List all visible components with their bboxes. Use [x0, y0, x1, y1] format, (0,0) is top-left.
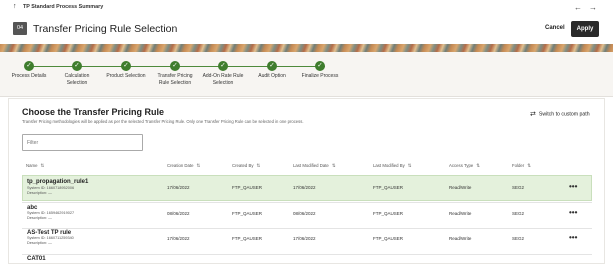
- step-complete-check-icon[interactable]: ✓: [218, 61, 228, 71]
- step-number-badge: 04: [13, 22, 27, 35]
- sort-icon[interactable]: ⇅: [257, 163, 261, 168]
- rule-description: Description: —: [27, 191, 52, 195]
- rule-description: Description: —: [27, 216, 52, 220]
- column-label: Created By: [232, 163, 254, 168]
- column-header-creation-date[interactable]: Creation Date ⇅: [167, 163, 200, 169]
- decorative-banner: [0, 44, 613, 52]
- column-header-last-modified-date[interactable]: Last Modified Date ⇅: [293, 163, 336, 169]
- column-label: Last Modified By: [373, 163, 405, 168]
- apply-button[interactable]: Apply: [571, 21, 599, 37]
- rule-name[interactable]: CAT01: [27, 256, 46, 262]
- sort-icon[interactable]: ⇅: [476, 163, 480, 168]
- step-complete-check-icon[interactable]: ✓: [121, 61, 131, 71]
- column-label: Folder: [512, 163, 525, 168]
- step-label-calculation-selection[interactable]: Calculation Selection: [55, 73, 99, 86]
- row-actions-more-icon[interactable]: •••: [569, 233, 577, 242]
- column-label: Name: [26, 163, 38, 168]
- creation-date: 17/06/2022: [167, 185, 190, 190]
- step-complete-check-icon[interactable]: ✓: [267, 61, 277, 71]
- step-label-add-on-rate-rule-selection[interactable]: Add-On Rate Rule Selection: [199, 73, 247, 86]
- created-by: FTP_QAUSER: [232, 211, 263, 216]
- step-complete-check-icon[interactable]: ✓: [315, 61, 325, 71]
- created-by: FTP_QAUSER: [232, 185, 263, 190]
- top-bar: ↑ TP Standard Process Summary ← →: [0, 0, 613, 18]
- step-label-tp-rule-selection[interactable]: Transfer Pricing Rule Selection: [153, 73, 197, 86]
- step-label-audit-option[interactable]: Audit Option: [250, 73, 294, 80]
- column-header-access-type[interactable]: Access Type ⇅: [449, 163, 480, 169]
- rule-description: Description: —: [27, 241, 52, 245]
- sort-icon[interactable]: ⇅: [527, 163, 531, 168]
- rule-name[interactable]: tp_propagation_rule1: [27, 179, 88, 185]
- filter-input[interactable]: [22, 134, 143, 151]
- page-title: Transfer Pricing Rule Selection: [33, 23, 178, 35]
- column-header-name[interactable]: Name ⇅: [26, 163, 44, 169]
- created-by: FTP_QAUSER: [232, 236, 263, 241]
- folder: SEG2: [512, 211, 525, 216]
- table-row[interactable]: [22, 228, 592, 254]
- column-label: Creation Date: [167, 163, 194, 168]
- table-row[interactable]: [22, 254, 592, 264]
- column-label: Access Type: [449, 163, 474, 168]
- access-type: Read/Write: [449, 211, 472, 216]
- switch-label: Switch to custom path: [538, 111, 590, 118]
- row-actions-more-icon[interactable]: •••: [569, 182, 577, 191]
- column-label: Last Modified Date: [293, 163, 329, 168]
- breadcrumb[interactable]: TP Standard Process Summary: [23, 4, 103, 10]
- step-label-product-selection[interactable]: Product Selection: [104, 73, 148, 80]
- switch-to-custom-path-link[interactable]: ⇄ Switch to custom path: [530, 110, 590, 118]
- switch-arrows-icon: ⇄: [530, 111, 536, 118]
- step-complete-check-icon[interactable]: ✓: [72, 61, 82, 71]
- row-actions-more-icon[interactable]: •••: [569, 208, 577, 217]
- last-modified-date: 08/06/2022: [293, 211, 316, 216]
- up-arrow-icon[interactable]: ↑: [13, 3, 17, 10]
- last-modified-by: FTP_QAUSER: [373, 236, 404, 241]
- step-label-process-details[interactable]: Process Details: [7, 73, 51, 80]
- forward-arrow-icon[interactable]: →: [589, 3, 597, 12]
- sort-icon[interactable]: ⇅: [332, 163, 336, 168]
- step-complete-check-icon[interactable]: ✓: [170, 61, 180, 71]
- last-modified-by: FTP_QAUSER: [373, 211, 404, 216]
- access-type: Read/Write: [449, 236, 472, 241]
- last-modified-by: FTP_QAUSER: [373, 185, 404, 190]
- cancel-button[interactable]: Cancel: [545, 25, 565, 31]
- creation-date: 08/06/2022: [167, 211, 190, 216]
- section-description: Transfer Pricing methodologies will be a…: [22, 119, 304, 124]
- sort-icon[interactable]: ⇅: [408, 163, 412, 168]
- column-header-last-modified-by[interactable]: Last Modified By ⇅: [373, 163, 412, 169]
- access-type: Read/Write: [449, 185, 472, 190]
- last-modified-date: 17/06/2022: [293, 236, 316, 241]
- section-heading: Choose the Transfer Pricing Rule: [22, 107, 165, 117]
- sort-icon[interactable]: ⇅: [197, 163, 201, 168]
- column-header-created-by[interactable]: Created By ⇅: [232, 163, 260, 169]
- back-arrow-icon[interactable]: ←: [574, 3, 582, 12]
- step-label-finalize-process[interactable]: Finalize Process: [298, 73, 342, 80]
- folder: SEG2: [512, 236, 525, 241]
- column-header-folder[interactable]: Folder ⇅: [512, 163, 531, 169]
- creation-date: 17/06/2022: [167, 236, 190, 241]
- last-modified-date: 17/06/2022: [293, 185, 316, 190]
- sort-icon[interactable]: ⇅: [40, 163, 44, 168]
- step-complete-check-icon[interactable]: ✓: [24, 61, 34, 71]
- folder: SEG2: [512, 185, 525, 190]
